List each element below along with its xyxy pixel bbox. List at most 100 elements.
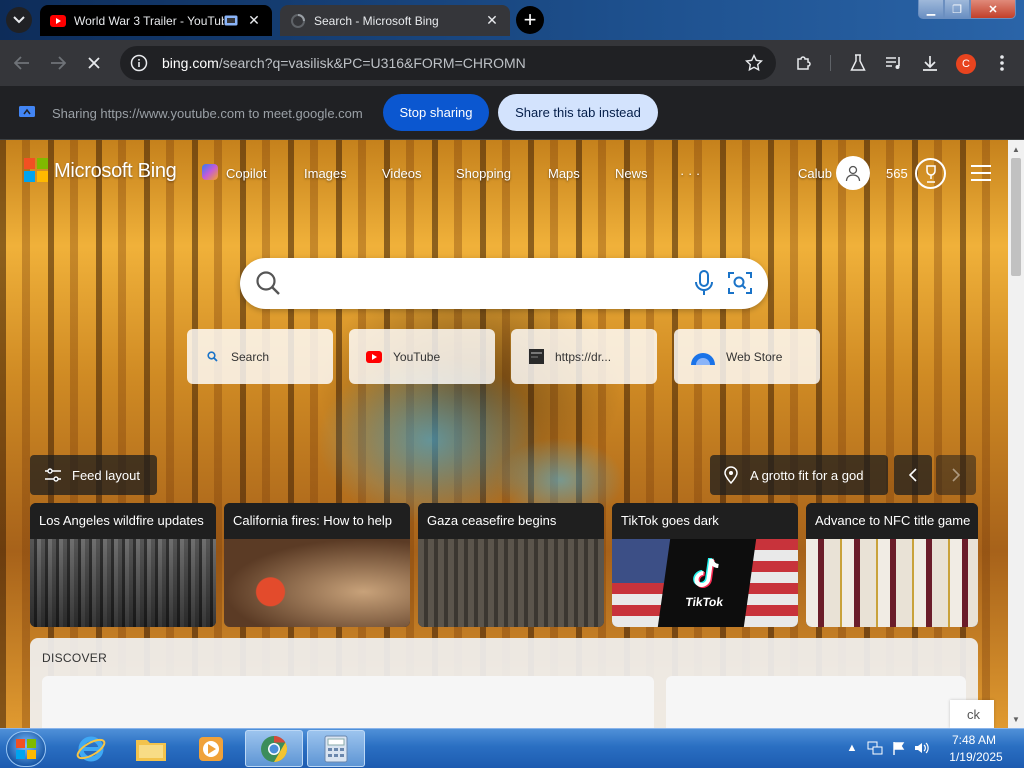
nav-images[interactable]: Images bbox=[304, 166, 347, 181]
news-card-la-wildfire[interactable]: Los Angeles wildfire updates bbox=[30, 503, 216, 627]
taskbar-chrome[interactable] bbox=[245, 730, 303, 767]
restore-button[interactable]: ❐ bbox=[944, 0, 970, 19]
calculator-icon bbox=[324, 735, 348, 762]
tab-bing[interactable]: Search - Microsoft Bing ✕ bbox=[280, 5, 510, 36]
labs-button[interactable] bbox=[844, 49, 872, 77]
news-card-gaza-ceasefire[interactable]: Gaza ceasefire begins bbox=[418, 503, 604, 627]
share-this-tab-button[interactable]: Share this tab instead bbox=[498, 94, 658, 131]
quick-link-search[interactable]: Search bbox=[187, 329, 333, 384]
toolbar-divider bbox=[830, 55, 831, 71]
profile-avatar[interactable]: C bbox=[956, 54, 976, 74]
download-icon bbox=[923, 56, 937, 71]
microphone-icon[interactable] bbox=[694, 270, 714, 296]
media-player-icon bbox=[199, 736, 223, 761]
search-icon bbox=[203, 350, 221, 364]
nav-more[interactable]: · · · bbox=[680, 166, 700, 181]
nav-videos[interactable]: Videos bbox=[382, 166, 422, 181]
action-center-flag-icon[interactable] bbox=[890, 740, 908, 756]
microsoft-logo-icon[interactable] bbox=[24, 158, 48, 182]
start-button[interactable] bbox=[6, 731, 46, 767]
back-button[interactable] bbox=[8, 49, 36, 77]
nav-shopping[interactable]: Shopping bbox=[456, 166, 511, 181]
bing-logo-text[interactable]: Microsoft Bing bbox=[54, 160, 177, 183]
network-icon[interactable] bbox=[866, 740, 884, 756]
close-icon: ✕ bbox=[988, 3, 998, 16]
next-image-button[interactable] bbox=[936, 455, 976, 495]
taskbar-calculator[interactable] bbox=[307, 730, 365, 767]
taskbar-media-player[interactable] bbox=[182, 730, 240, 767]
quick-link-site[interactable]: https://dr... bbox=[511, 329, 657, 384]
visual-search-icon[interactable] bbox=[727, 270, 753, 296]
taskbar-file-explorer[interactable] bbox=[122, 730, 180, 767]
chrome-icon bbox=[261, 735, 288, 762]
nav-maps[interactable]: Maps bbox=[548, 166, 580, 181]
taskbar-internet-explorer[interactable] bbox=[62, 730, 120, 767]
news-card-nfc-title[interactable]: Advance to NFC title game bbox=[806, 503, 978, 627]
rewards-points[interactable]: 565 bbox=[886, 166, 908, 181]
stop-loading-button[interactable] bbox=[80, 49, 108, 77]
previous-image-button[interactable] bbox=[894, 455, 932, 495]
rewards-button[interactable] bbox=[915, 158, 946, 189]
user-avatar[interactable] bbox=[836, 156, 870, 190]
stop-sharing-button[interactable]: Stop sharing bbox=[383, 94, 489, 131]
tab-youtube[interactable]: World War 3 Trailer - YouTube ✕ bbox=[40, 5, 272, 36]
nav-news[interactable]: News bbox=[615, 166, 648, 181]
chevron-left-icon bbox=[909, 468, 917, 482]
quick-link-label: https://dr... bbox=[555, 349, 612, 364]
card-image bbox=[30, 539, 216, 627]
clock-date[interactable]: 1/19/2025 bbox=[944, 750, 1008, 764]
tiktok-icon bbox=[693, 558, 719, 588]
quick-link-youtube[interactable]: YouTube bbox=[349, 329, 495, 384]
new-tab-button[interactable]: + bbox=[516, 6, 544, 34]
volume-icon[interactable] bbox=[913, 740, 931, 756]
quick-link-label: Search bbox=[231, 349, 270, 364]
image-info-button[interactable]: A grotto fit for a god bbox=[710, 455, 888, 495]
feedback-button[interactable]: ck bbox=[950, 700, 994, 728]
site-info-icon[interactable] bbox=[130, 54, 148, 72]
hamburger-menu-icon[interactable] bbox=[970, 164, 992, 182]
loading-icon bbox=[291, 13, 305, 28]
address-bar[interactable]: bing.com/search?q=vasilisk&PC=U316&FORM=… bbox=[120, 46, 776, 80]
close-icon[interactable]: ✕ bbox=[484, 12, 500, 29]
chrome-menu-button[interactable] bbox=[988, 49, 1016, 77]
extensions-button[interactable] bbox=[790, 49, 818, 77]
tab-title: World War 3 Trailer - YouTube bbox=[74, 13, 224, 28]
close-icon[interactable]: ✕ bbox=[246, 12, 262, 29]
forward-button[interactable] bbox=[44, 49, 72, 77]
screen-share-icon bbox=[224, 15, 238, 26]
discover-card-placeholder[interactable] bbox=[666, 676, 966, 736]
quick-link-label: Web Store bbox=[726, 349, 783, 364]
window-close-button[interactable]: ✕ bbox=[970, 0, 1016, 19]
bookmark-button[interactable] bbox=[740, 49, 768, 77]
scroll-thumb[interactable] bbox=[1011, 158, 1021, 276]
sliders-icon bbox=[45, 468, 61, 482]
discover-heading: DISCOVER bbox=[42, 651, 108, 665]
star-icon bbox=[745, 54, 763, 72]
user-name[interactable]: Calub bbox=[798, 166, 832, 181]
card-image bbox=[224, 539, 410, 627]
quick-link-label: YouTube bbox=[393, 349, 441, 364]
tab-search-button[interactable] bbox=[6, 7, 32, 33]
downloads-button[interactable] bbox=[916, 49, 944, 77]
feed-layout-button[interactable]: Feed layout bbox=[30, 455, 157, 495]
media-controls-button[interactable] bbox=[880, 49, 908, 77]
minimize-button[interactable]: ▁ bbox=[918, 0, 944, 19]
minimize-icon: ▁ bbox=[926, 3, 936, 16]
clock-time[interactable]: 7:48 AM bbox=[944, 733, 1004, 747]
news-card-california-fires[interactable]: California fires: How to help bbox=[224, 503, 410, 627]
quick-link-web-store[interactable]: Web Store bbox=[674, 329, 820, 384]
chevron-down-icon bbox=[13, 16, 25, 24]
folder-icon bbox=[136, 739, 166, 761]
youtube-icon bbox=[365, 350, 383, 364]
location-pin-icon bbox=[724, 466, 738, 484]
nav-copilot[interactable]: Copilot bbox=[226, 166, 266, 181]
news-card-tiktok[interactable]: TikTok goes dark TikTok bbox=[612, 503, 798, 627]
url-text[interactable]: bing.com/search?q=vasilisk&PC=U316&FORM=… bbox=[162, 55, 526, 71]
scroll-up-arrow[interactable]: ▲ bbox=[1008, 141, 1024, 157]
discover-card-placeholder[interactable] bbox=[42, 676, 654, 736]
show-hidden-icons-button[interactable]: ▲ bbox=[843, 740, 861, 756]
tiktok-logo: TikTok bbox=[657, 539, 757, 627]
search-box[interactable] bbox=[240, 258, 768, 309]
restore-icon: ❐ bbox=[952, 3, 962, 16]
scroll-down-arrow[interactable]: ▼ bbox=[1008, 711, 1024, 727]
